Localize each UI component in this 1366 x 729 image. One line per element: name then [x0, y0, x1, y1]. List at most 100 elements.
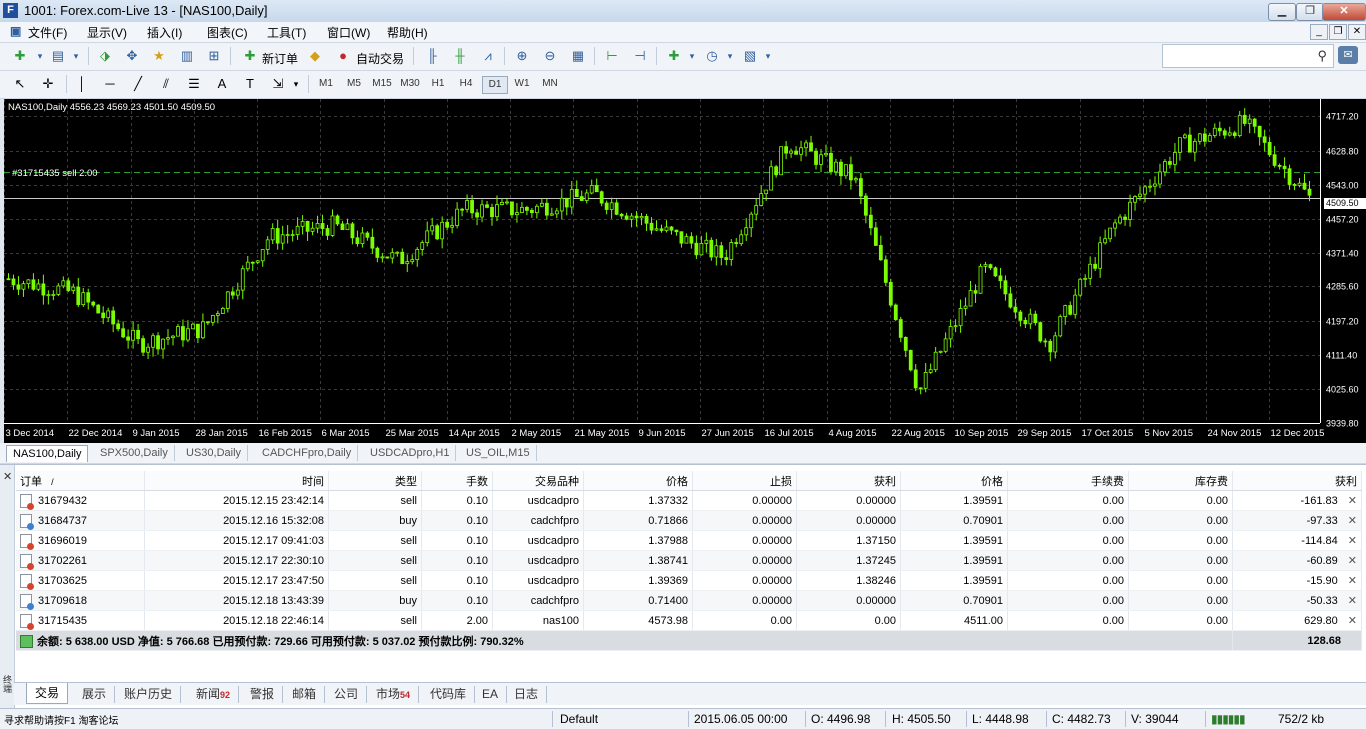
chart-tab-cadchf[interactable]: CADCHFpro,Daily: [256, 445, 359, 461]
timeframe-w1[interactable]: W1: [510, 76, 534, 92]
chart-canvas[interactable]: 3 Dec 2014 22 Dec 2014 9 Jan 2015 28 Jan 20…: [4, 99, 1366, 443]
menu-tools[interactable]: 工具(T): [267, 24, 306, 41]
periods-dropdown-icon[interactable]: ▾: [720, 47, 740, 65]
search-icon[interactable]: ⚲: [1317, 48, 1327, 64]
terminal-tab-4[interactable]: 警报: [242, 686, 284, 703]
close-order-icon[interactable]: ✕: [1348, 515, 1357, 527]
timeframe-d1[interactable]: D1: [482, 76, 508, 94]
chart-shift-icon[interactable]: ⊣: [630, 47, 650, 65]
navigator-icon[interactable]: ★: [149, 47, 169, 65]
price-chart[interactable]: 3 Dec 2014 22 Dec 2014 9 Jan 2015 28 Jan 20…: [4, 99, 1366, 443]
terminal-tab-8[interactable]: 代码库: [422, 686, 476, 703]
terminal-tab-5[interactable]: 邮箱: [284, 686, 326, 703]
tile-windows-icon[interactable]: ▦: [568, 47, 588, 65]
arrows-dropdown-icon[interactable]: ▾: [286, 75, 306, 93]
terminal-icon[interactable]: ▥: [177, 47, 197, 65]
vertical-line-icon[interactable]: │: [72, 75, 92, 93]
timeframe-m5[interactable]: M5: [342, 76, 366, 92]
crosshair-icon[interactable]: ✛: [38, 75, 58, 93]
market-watch-icon[interactable]: ⬗: [95, 47, 115, 65]
new-chart-icon[interactable]: ✚: [10, 47, 30, 65]
terminal-tab-10[interactable]: 日志: [506, 686, 548, 703]
line-chart-icon[interactable]: ⩘: [478, 47, 498, 65]
close-order-icon[interactable]: ✕: [1348, 595, 1357, 607]
col-commission[interactable]: 手续费: [1007, 471, 1129, 491]
zoom-out-icon[interactable]: ⊖: [540, 47, 560, 65]
table-row[interactable]: 31709618 2015.12.18 13:43:39 buy 0.10 cadchf…: [16, 590, 1362, 611]
new-chart-dropdown-icon[interactable]: ▾: [30, 47, 50, 65]
terminal-tab-6[interactable]: 公司: [326, 686, 368, 703]
terminal-close-icon[interactable]: ✕: [3, 470, 12, 483]
indicators-icon[interactable]: ✚: [664, 47, 684, 65]
terminal-tab-0[interactable]: 交易: [26, 683, 69, 704]
menu-view[interactable]: 显示(V): [87, 24, 127, 41]
auto-trading-button[interactable]: 自动交易: [356, 50, 404, 67]
col-swap[interactable]: 库存费: [1128, 471, 1233, 491]
chart-tab-us30[interactable]: US30,Daily: [180, 445, 249, 461]
menu-doc-icon[interactable]: ▣: [10, 24, 21, 38]
terminal-tab-2[interactable]: 账户历史: [116, 686, 182, 703]
templates-icon[interactable]: ▧: [740, 47, 760, 65]
trendline-icon[interactable]: ╱: [128, 75, 148, 93]
menu-insert[interactable]: 插入(I): [147, 24, 182, 41]
table-row[interactable]: 31703625 2015.12.17 23:47:50 sell 0.10 usdca…: [16, 570, 1362, 591]
indicators-dropdown-icon[interactable]: ▾: [682, 47, 702, 65]
app-icon[interactable]: F: [3, 3, 18, 18]
table-row[interactable]: 31715435 2015.12.18 22:46:14 sell 2.00 nas10…: [16, 610, 1362, 631]
close-order-icon[interactable]: ✕: [1348, 555, 1357, 567]
periods-icon[interactable]: ◷: [702, 47, 722, 65]
new-order-icon[interactable]: ✚: [240, 47, 260, 65]
col-current-price[interactable]: 价格: [900, 471, 1008, 491]
bar-chart-icon[interactable]: ╟: [422, 47, 442, 65]
metaeditor-icon[interactable]: ◆: [305, 47, 325, 65]
col-profit[interactable]: 获利: [1232, 471, 1362, 491]
mdi-restore-button[interactable]: ❐: [1329, 24, 1347, 40]
chart-tab-usdcad[interactable]: USDCADpro,H1: [364, 445, 457, 461]
terminal-tab-7[interactable]: 市场54: [368, 686, 420, 703]
col-sl[interactable]: 止损: [692, 471, 797, 491]
timeframe-m30[interactable]: M30: [398, 76, 422, 92]
timeframe-mn[interactable]: MN: [538, 76, 562, 92]
menu-help[interactable]: 帮助(H): [387, 24, 428, 41]
col-time[interactable]: 时间: [144, 471, 329, 491]
timeframe-m1[interactable]: M1: [314, 76, 338, 92]
cursor-icon[interactable]: ↖: [10, 75, 30, 93]
table-row[interactable]: 31684737 2015.12.16 15:32:08 buy 0.10 cadchf…: [16, 510, 1362, 531]
data-window-icon[interactable]: ✥: [122, 47, 142, 65]
horizontal-line-icon[interactable]: ─: [100, 75, 120, 93]
terminal-tab-9[interactable]: EA: [474, 686, 508, 703]
close-order-icon[interactable]: ✕: [1348, 535, 1357, 547]
new-order-button[interactable]: 新订单: [262, 50, 298, 67]
arrows-icon[interactable]: ⇲: [268, 75, 288, 93]
menu-file[interactable]: 文件(F): [28, 24, 67, 41]
chart-tab-nas100[interactable]: NAS100,Daily: [6, 445, 89, 462]
timeframe-h1[interactable]: H1: [426, 76, 450, 92]
timeframe-m15[interactable]: M15: [370, 76, 394, 92]
table-row[interactable]: 31679432 2015.12.15 23:42:14 sell 0.10 usdca…: [16, 490, 1362, 511]
equidistant-channel-icon[interactable]: ⫽: [156, 75, 176, 93]
col-lots[interactable]: 手数: [421, 471, 493, 491]
text-label-icon[interactable]: T: [240, 75, 260, 93]
text-icon[interactable]: A: [212, 75, 232, 93]
maximize-button[interactable]: ❐: [1296, 3, 1324, 21]
table-row[interactable]: 31702261 2015.12.17 22:30:10 sell 0.10 usdca…: [16, 550, 1362, 571]
connection-icon[interactable]: ▮▮▮▮▮▮: [1211, 712, 1246, 726]
table-row[interactable]: 31696019 2015.12.17 09:41:03 sell 0.10 usdca…: [16, 530, 1362, 551]
messages-icon[interactable]: ✉: [1338, 46, 1358, 64]
terminal-tab-3[interactable]: 新闻92: [188, 686, 240, 703]
candlestick-icon[interactable]: ╫: [450, 47, 470, 65]
menu-charts[interactable]: 图表(C): [207, 24, 248, 41]
profiles-dropdown-icon[interactable]: ▾: [66, 47, 86, 65]
col-tp[interactable]: 获利: [796, 471, 901, 491]
col-order[interactable]: 订单 /: [16, 471, 145, 491]
close-order-icon[interactable]: ✕: [1348, 495, 1357, 507]
status-profile[interactable]: Default: [560, 712, 598, 726]
minimize-button[interactable]: ▁: [1268, 3, 1296, 21]
close-order-icon[interactable]: ✕: [1348, 615, 1357, 627]
col-type[interactable]: 类型: [328, 471, 422, 491]
search-input[interactable]: ⚲: [1162, 44, 1334, 68]
close-order-icon[interactable]: ✕: [1348, 575, 1357, 587]
zoom-in-icon[interactable]: ⊕: [512, 47, 532, 65]
timeframe-h4[interactable]: H4: [454, 76, 478, 92]
col-symbol[interactable]: 交易品种: [492, 471, 584, 491]
